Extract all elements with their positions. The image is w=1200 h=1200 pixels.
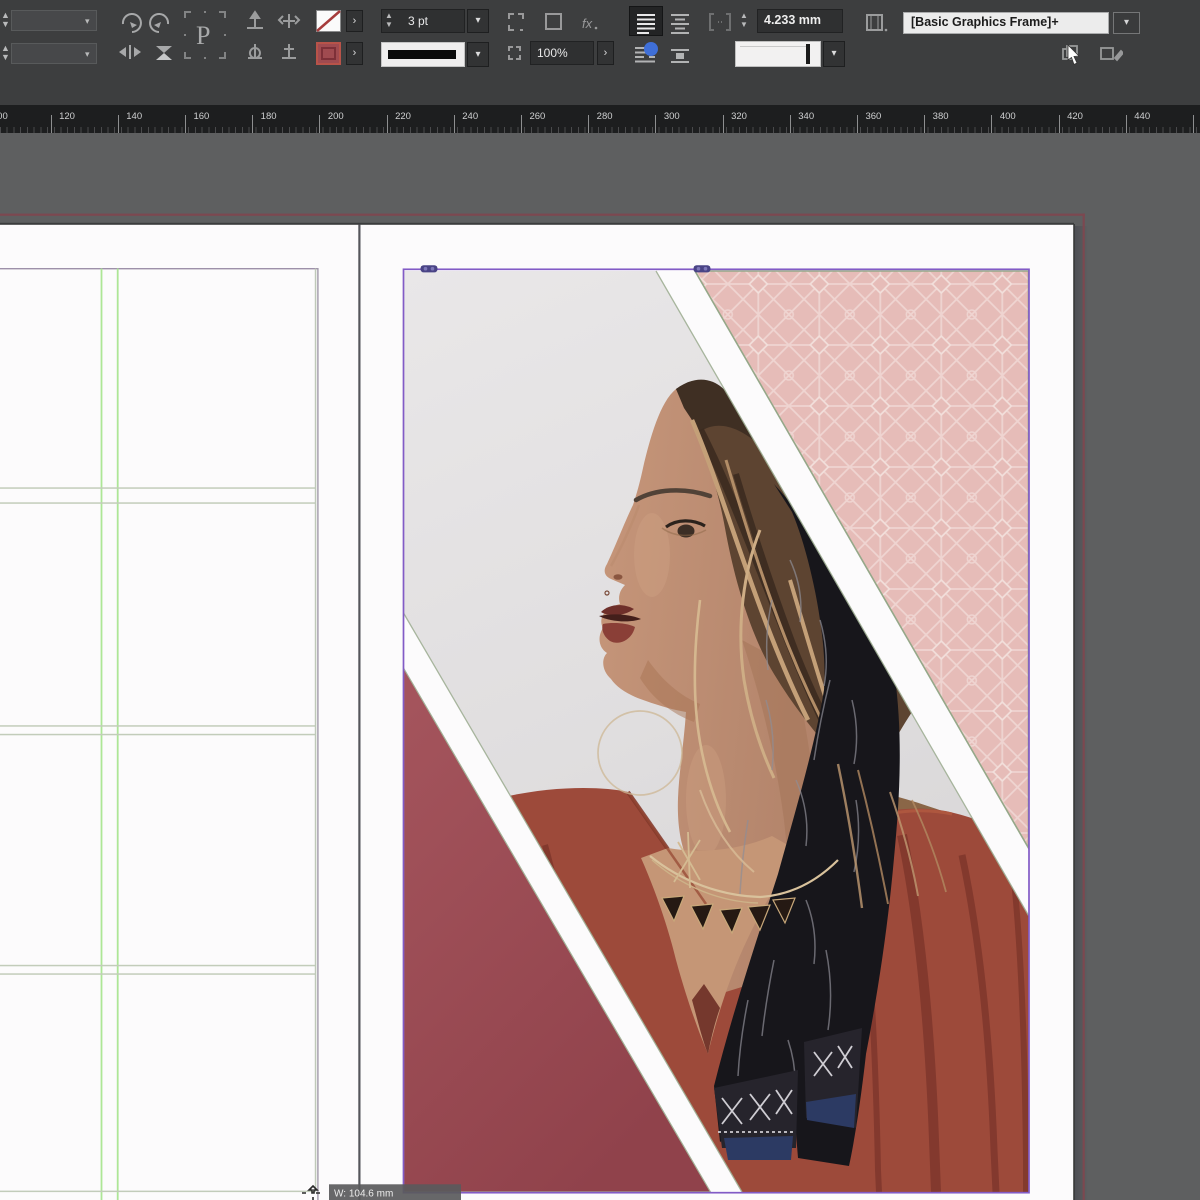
- svg-text:P: P: [196, 21, 210, 50]
- svg-text:fx: fx: [582, 16, 593, 31]
- svg-text:W: 104.6 mm: W: 104.6 mm: [334, 1189, 393, 1200]
